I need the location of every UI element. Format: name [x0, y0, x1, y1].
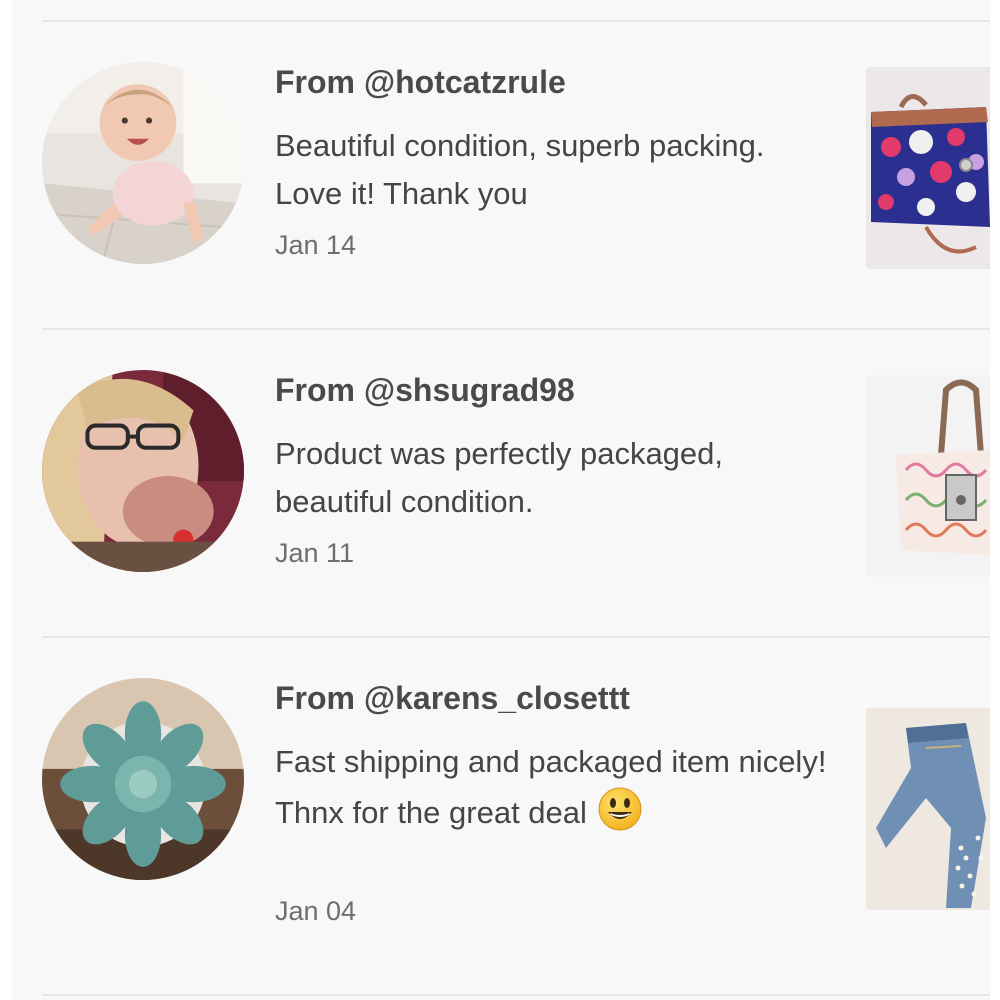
divider: [42, 328, 990, 330]
succulent-photo-icon: [42, 678, 244, 880]
item-thumbnail[interactable]: [866, 708, 990, 910]
reviewer-avatar[interactable]: [42, 678, 244, 880]
reviewer-avatar[interactable]: [42, 370, 244, 572]
reviewer-avatar[interactable]: [42, 62, 244, 264]
divider: [42, 20, 990, 22]
review-comment: Product was perfectly packaged, beautifu…: [275, 436, 724, 519]
divider: [42, 636, 990, 638]
reviewer-username[interactable]: From @hotcatzrule: [275, 64, 566, 101]
item-thumbnail[interactable]: [866, 375, 990, 577]
reviewer-username[interactable]: From @shsugrad98: [275, 372, 575, 409]
jeans-photo-icon: [866, 708, 990, 910]
item-thumbnail[interactable]: [866, 67, 990, 269]
review-comment: Fast shipping and packaged item nicely! …: [275, 738, 835, 837]
reviewer-username[interactable]: From @karens_closettt: [275, 680, 630, 717]
review-date: Jan 11: [275, 538, 355, 568]
review-date: Jan 14: [275, 230, 357, 260]
signature-tote-photo-icon: [866, 375, 990, 577]
smiley-emoji-icon: [598, 787, 642, 831]
review-date: Jan 04: [275, 896, 357, 926]
review-comment-text: Fast shipping and packaged item nicely! …: [275, 744, 827, 830]
dotted-handbag-photo-icon: [866, 67, 990, 269]
review-comment: Beautiful condition, superb packing. Lov…: [275, 128, 765, 211]
woman-glasses-photo-icon: [42, 370, 244, 572]
divider: [42, 994, 990, 996]
baby-photo-icon: [42, 62, 244, 264]
